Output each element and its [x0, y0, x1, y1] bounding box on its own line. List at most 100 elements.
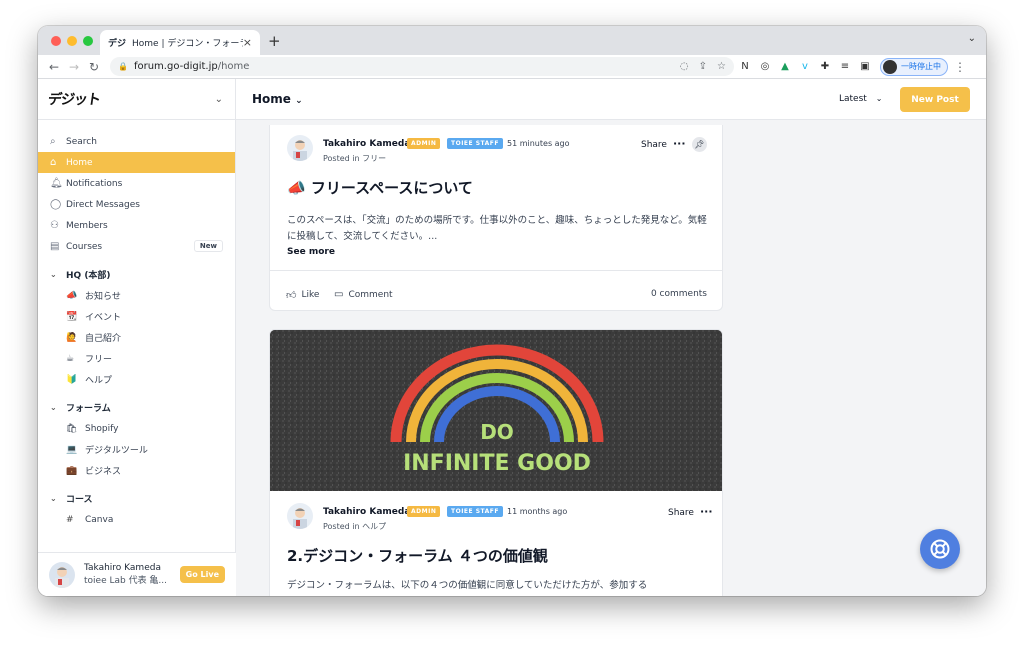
search-icon: ⌕ — [50, 136, 56, 147]
sidebar-item-digital-tools[interactable]: 💻 デジタルツール — [38, 439, 235, 460]
sort-dropdown[interactable]: Latest ⌄ — [839, 94, 882, 104]
site-favicon-icon: デジ — [108, 39, 127, 49]
post-title[interactable]: 2.デジコン・フォーラム ４つの価値観 — [287, 545, 548, 566]
comments-count[interactable]: 0 comments — [651, 289, 707, 299]
close-tab-icon[interactable]: × — [243, 36, 252, 49]
sidebar-item-canva[interactable]: # Canva — [38, 509, 235, 530]
sidebar-item-label: イベント — [85, 313, 122, 323]
sidebar-item-messages[interactable]: ◯ Direct Messages — [38, 194, 235, 215]
sidebar-item-label: Canva — [85, 514, 114, 525]
image-text-do: DO — [480, 420, 514, 444]
help-button[interactable] — [920, 529, 960, 569]
page-title[interactable]: Home ⌄ — [252, 92, 303, 106]
puzzle-extensions-icon[interactable]: ✚ — [816, 61, 834, 72]
chevron-down-icon: ⌄ — [50, 494, 57, 503]
avatar[interactable] — [287, 135, 313, 161]
rainbow-chalk-image: DO INFINITE GOOD — [270, 330, 722, 491]
sidebar-item-announcements[interactable]: 📣 お知らせ — [38, 285, 235, 306]
address-bar[interactable]: 🔒 forum.go-digit.jp/home ◌ ⇪ ☆ — [110, 57, 734, 76]
sidebar-section-forum[interactable]: ⌄ フォーラム — [38, 397, 235, 418]
password-extension-icon[interactable]: ◎ — [756, 61, 774, 72]
share-button[interactable]: Share — [668, 508, 694, 518]
share-button[interactable]: Share — [641, 140, 667, 150]
sidebar-item-label: デジタルツール — [85, 446, 148, 456]
sidebar-item-events[interactable]: 📆 イベント — [38, 306, 235, 327]
forward-arrow-icon[interactable]: → — [64, 60, 84, 74]
chevron-down-icon: ⌄ — [875, 94, 883, 103]
courses-icon: ▤ — [50, 241, 60, 252]
sidebar-item-label: Courses — [66, 241, 103, 252]
chevron-down-icon[interactable]: ⌄ — [215, 94, 223, 105]
sidebar-item-shopify[interactable]: 🛍 Shopify — [38, 418, 235, 439]
minimize-window-button[interactable] — [67, 36, 77, 46]
sidebar-item-label: Members — [66, 220, 108, 231]
sidebar-item-free[interactable]: ☕ フリー — [38, 348, 235, 369]
shopping-bag-icon: 🛍 — [66, 423, 78, 434]
comment-button[interactable]: ▭ Comment — [334, 289, 393, 300]
see-more-link[interactable]: See more — [287, 247, 335, 257]
current-user-bar[interactable]: Takahiro Kameda toiee Lab 代表 亀... Go Liv… — [38, 552, 236, 596]
sidebar-item-home[interactable]: ⌂ Home — [38, 152, 235, 173]
sidebar-item-introductions[interactable]: 🙋 自己紹介 — [38, 327, 235, 348]
url-path: /home — [217, 61, 250, 72]
avatar — [49, 561, 75, 588]
url-text: forum.go-digit.jp/home — [134, 61, 670, 72]
side-panel-icon[interactable]: ▣ — [856, 61, 874, 72]
post-timestamp[interactable]: 11 months ago — [507, 507, 567, 516]
zoom-window-button[interactable] — [83, 36, 93, 46]
back-arrow-icon[interactable]: ← — [44, 60, 64, 74]
main-feed: Home ⌄ Latest ⌄ New Post Takahiro Kameda… — [236, 79, 986, 596]
post-title[interactable]: 📣 フリースペースについて — [287, 177, 473, 198]
more-options-icon[interactable]: ··· — [700, 505, 713, 518]
calendar-icon: 📆 — [66, 311, 78, 322]
admin-badge: ADMIN — [407, 506, 441, 517]
sidebar-section-courses[interactable]: ⌄ コース — [38, 488, 235, 509]
user-name: Takahiro Kameda — [84, 562, 161, 573]
post-timestamp[interactable]: 51 minutes ago — [507, 139, 570, 148]
tab-search-chevron-icon[interactable]: ⌄ — [968, 33, 976, 44]
sidebar-item-help[interactable]: 🔰 ヘルプ — [38, 369, 235, 390]
reading-list-icon[interactable]: ≡ — [836, 61, 854, 72]
author-name[interactable]: Takahiro Kameda — [323, 139, 410, 149]
profile-button[interactable]: 一時停止中 — [880, 57, 948, 76]
sidebar-item-notifications[interactable]: 🔔︎ Notifications — [38, 173, 235, 194]
bell-icon: 🔔︎ — [50, 178, 63, 189]
chevron-down-icon: ⌄ — [295, 96, 303, 106]
window-controls — [51, 36, 93, 46]
drive-extension-icon[interactable]: ▲ — [776, 61, 794, 72]
author-name[interactable]: Takahiro Kameda — [323, 507, 410, 517]
posted-in-label[interactable]: Posted in ヘルプ — [323, 521, 386, 532]
share-page-icon[interactable]: ⇪ — [699, 61, 707, 72]
post-author-row: Takahiro Kameda ADMIN TOIEE STAFF 11 mon… — [270, 491, 722, 531]
browser-menu-icon[interactable]: ⋮ — [954, 60, 966, 74]
notion-extension-icon[interactable]: N — [736, 61, 754, 72]
more-options-icon[interactable]: ··· — [673, 137, 686, 150]
new-tab-button[interactable]: + — [268, 32, 281, 50]
like-button[interactable]: 👍︎ Like — [286, 289, 319, 301]
vimeo-extension-icon[interactable]: v — [796, 61, 814, 72]
close-window-button[interactable] — [51, 36, 61, 46]
new-post-button[interactable]: New Post — [900, 87, 970, 112]
bookmark-star-icon[interactable]: ☆ — [717, 61, 726, 72]
sidebar-item-label: Home — [66, 157, 93, 168]
sidebar-item-label: 自己紹介 — [85, 334, 122, 344]
main-header: Home ⌄ Latest ⌄ New Post — [236, 79, 986, 120]
reload-icon[interactable]: ↻ — [84, 60, 104, 74]
eye-slash-icon[interactable]: ◌ — [680, 61, 689, 72]
sidebar-item-members[interactable]: ⚇ Members — [38, 215, 235, 236]
community-switcher[interactable]: デジット ⌄ — [38, 79, 235, 120]
sidebar-section-hq[interactable]: ⌄ HQ (本部) — [38, 264, 235, 285]
browser-tab[interactable]: デジ Home | デジコン・フォーラム × — [100, 30, 260, 55]
post-card: Takahiro Kameda ADMIN TOIEE STAFF 51 min… — [269, 125, 723, 311]
pin-icon[interactable]: 📌︎ — [692, 137, 707, 152]
go-live-button[interactable]: Go Live — [179, 566, 225, 583]
sidebar-item-business[interactable]: 💼 ビジネス — [38, 460, 235, 481]
posted-in-label[interactable]: Posted in フリー — [323, 153, 386, 164]
briefcase-icon: 💼 — [66, 465, 78, 476]
post-body: デジコン・フォーラムは、以下の４つの価値観に同意していただけた方が、参加する — [287, 580, 648, 591]
sidebar-item-label: ビジネス — [85, 467, 122, 477]
sidebar-item-courses[interactable]: ▤ Courses New — [38, 236, 235, 257]
section-title: コース — [66, 495, 93, 505]
avatar[interactable] — [287, 503, 313, 529]
sidebar-item-search[interactable]: ⌕ Search — [38, 131, 235, 152]
